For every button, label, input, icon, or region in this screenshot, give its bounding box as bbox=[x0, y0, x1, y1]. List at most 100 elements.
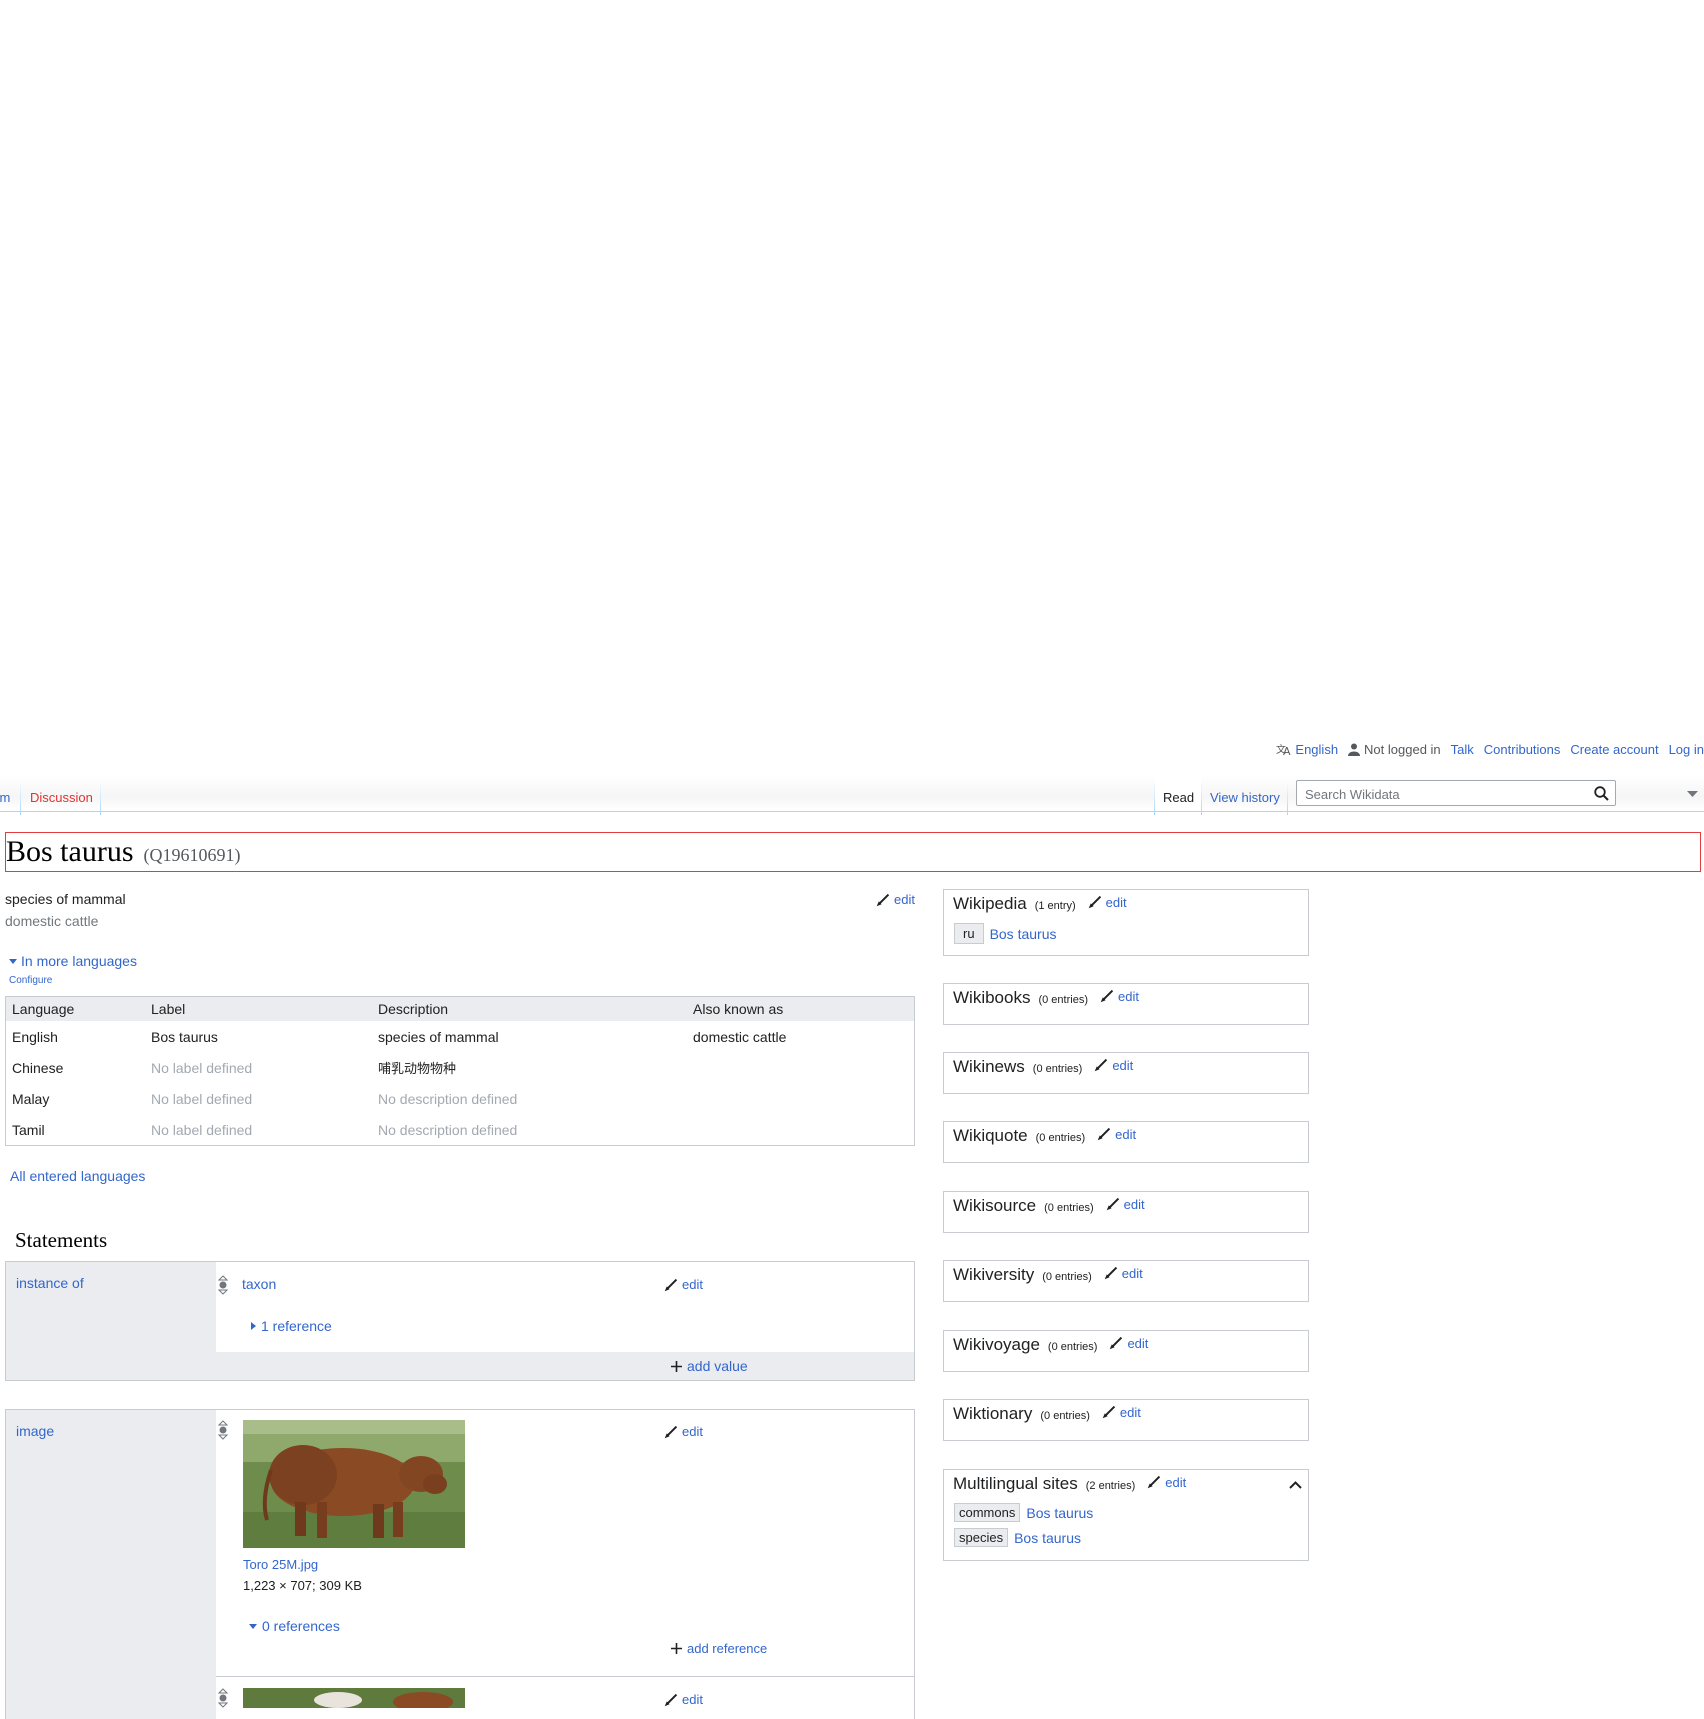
add-value-bar bbox=[216, 1352, 914, 1380]
group-name: Multilingual sites bbox=[953, 1474, 1078, 1493]
sitelinks-header: Wikipedia (1 entry) edit bbox=[953, 894, 1127, 914]
edit-sitelinks-button[interactable]: edit bbox=[1109, 1336, 1148, 1351]
col-aliases: Also known as bbox=[687, 996, 915, 1021]
rank-selector-icon[interactable] bbox=[217, 1420, 229, 1440]
create-account-link[interactable]: Create account bbox=[1570, 742, 1658, 757]
cell-aliases bbox=[687, 1052, 915, 1083]
pencil-icon bbox=[1110, 1336, 1123, 1350]
plus-icon bbox=[671, 1360, 682, 1372]
group-count: (1 entry) bbox=[1034, 900, 1076, 912]
sitelinks-header: Multilingual sites (2 entries) edit bbox=[953, 1474, 1186, 1494]
edit-sitelinks-button[interactable]: edit bbox=[1097, 1127, 1136, 1142]
cell-aliases bbox=[687, 1083, 915, 1114]
group-name: Wikisource bbox=[953, 1196, 1037, 1215]
login-link[interactable]: Log in bbox=[1669, 742, 1704, 757]
references-toggle[interactable]: 0 references bbox=[249, 1618, 340, 1634]
search-icon[interactable] bbox=[1594, 786, 1609, 801]
references-toggle[interactable]: 1 reference bbox=[251, 1318, 332, 1334]
site-code: species bbox=[954, 1528, 1009, 1547]
in-more-languages-toggle[interactable]: In more languages bbox=[9, 953, 137, 969]
tab-bar: Item Discussion Read View history bbox=[0, 775, 1704, 815]
edit-sitelinks-button[interactable]: edit bbox=[1088, 895, 1127, 910]
edit-statement-button[interactable]: edit bbox=[664, 1424, 703, 1439]
cattle-photo bbox=[243, 1688, 465, 1708]
edit-sitelinks-button[interactable]: edit bbox=[1104, 1266, 1143, 1281]
cell-description: No description defined bbox=[378, 1121, 518, 1138]
tab-discussion[interactable]: Discussion bbox=[22, 775, 101, 811]
language-selector[interactable]: 文A English bbox=[1276, 742, 1338, 757]
cell-language: Tamil bbox=[12, 1121, 45, 1138]
edit-sitelinks-button[interactable]: edit bbox=[1102, 1405, 1141, 1420]
statement-divider bbox=[216, 1676, 914, 1677]
edit-labels-button[interactable]: edit bbox=[876, 892, 915, 907]
edit-sitelinks-button[interactable]: edit bbox=[1094, 1058, 1133, 1073]
svg-text:A: A bbox=[1283, 745, 1291, 756]
image-thumbnail[interactable] bbox=[243, 1420, 465, 1553]
add-value-button[interactable]: add value bbox=[671, 1358, 748, 1374]
sitelinks-header: Wikiquote (0 entries) edit bbox=[953, 1126, 1136, 1146]
statement-group-image: image Toro 25M.jpg 1,223 × 707; 309 KB e… bbox=[5, 1409, 915, 1719]
col-language: Language bbox=[5, 996, 145, 1021]
cell-description: species of mammal bbox=[378, 1028, 499, 1045]
contributions-link[interactable]: Contributions bbox=[1484, 742, 1561, 757]
group-count: (0 entries) bbox=[1044, 1202, 1094, 1214]
table-row: Tamil No label defined No description de… bbox=[6, 1114, 915, 1146]
search-input[interactable] bbox=[1303, 782, 1587, 806]
value-taxon-link[interactable]: taxon bbox=[242, 1276, 276, 1292]
translate-icon: 文A bbox=[1276, 743, 1291, 756]
table-row: Chinese No label defined 哺乳动物物种 bbox=[6, 1052, 915, 1083]
cell-label: No label defined bbox=[151, 1090, 253, 1107]
all-entered-languages-link[interactable]: All entered languages bbox=[10, 1168, 145, 1184]
sitelinks-wikivoyage: Wikivoyage (0 entries) edit bbox=[943, 1330, 1309, 1372]
talk-link[interactable]: Talk bbox=[1451, 742, 1474, 757]
property-instance-of-link[interactable]: instance of bbox=[16, 1275, 84, 1291]
rank-selector-icon[interactable] bbox=[217, 1688, 229, 1708]
edit-sitelinks-button[interactable]: edit bbox=[1147, 1475, 1186, 1490]
configure-languages-link[interactable]: Configure bbox=[9, 975, 52, 986]
edit-sitelinks-button[interactable]: edit bbox=[1100, 989, 1139, 1004]
pencil-icon bbox=[1088, 895, 1101, 909]
cell-label: Bos taurus bbox=[151, 1028, 218, 1045]
rank-selector-icon[interactable] bbox=[217, 1275, 229, 1295]
sitelinks-header: Wikivoyage (0 entries) edit bbox=[953, 1335, 1148, 1355]
sitelinks-header: Wikiversity (0 entries) edit bbox=[953, 1265, 1143, 1285]
item-label: Bos taurus bbox=[6, 835, 134, 868]
collapse-chevron-up-icon[interactable] bbox=[1289, 1481, 1302, 1489]
group-count: (0 entries) bbox=[1042, 1271, 1092, 1283]
tab-read[interactable]: Read bbox=[1155, 775, 1203, 811]
tab-view-history[interactable]: View history bbox=[1202, 775, 1288, 811]
image-file-meta: 1,223 × 707; 309 KB bbox=[243, 1578, 362, 1593]
sitelink-row: species Bos taurus bbox=[954, 1528, 1081, 1547]
sitelinks-header: Wikibooks (0 entries) edit bbox=[953, 988, 1139, 1008]
edit-sitelinks-button[interactable]: edit bbox=[1106, 1197, 1145, 1212]
pencil-icon bbox=[1104, 1266, 1117, 1280]
image-file-link[interactable]: Toro 25M.jpg bbox=[243, 1557, 318, 1572]
edit-statement-button-2[interactable]: edit bbox=[664, 1692, 703, 1707]
property-image-link[interactable]: image bbox=[16, 1423, 54, 1439]
item-aliases: domestic cattle bbox=[5, 913, 99, 929]
site-code: ru bbox=[954, 923, 984, 944]
edit-statement-button[interactable]: edit bbox=[664, 1277, 703, 1292]
more-menu-chevron-icon[interactable] bbox=[1687, 791, 1698, 797]
pencil-icon bbox=[664, 1425, 678, 1438]
sitelinks-header: Wikisource (0 entries) edit bbox=[953, 1196, 1145, 1216]
sitelinks-wikinews: Wikinews (0 entries) edit bbox=[943, 1052, 1309, 1094]
col-description: Description bbox=[372, 996, 687, 1021]
sitelinks-wiktionary: Wiktionary (0 entries) edit bbox=[943, 1399, 1309, 1441]
sitelink-row: ru Bos taurus bbox=[954, 923, 1057, 944]
image-thumbnail-2[interactable] bbox=[243, 1688, 465, 1708]
sitelinks-header: Wiktionary (0 entries) edit bbox=[953, 1404, 1141, 1424]
item-description: species of mammal bbox=[5, 891, 126, 907]
tab-item[interactable]: Item bbox=[0, 775, 18, 811]
add-reference-button[interactable]: add reference bbox=[671, 1641, 767, 1656]
sitelink-link[interactable]: Bos taurus bbox=[1014, 1530, 1081, 1546]
group-name: Wikibooks bbox=[953, 988, 1031, 1007]
sitelink-link[interactable]: Bos taurus bbox=[1026, 1505, 1093, 1521]
caret-right-icon bbox=[251, 1322, 256, 1330]
caret-down-icon bbox=[249, 1623, 257, 1629]
sitelink-link[interactable]: Bos taurus bbox=[990, 926, 1057, 942]
cell-language: English bbox=[12, 1028, 58, 1045]
cell-aliases bbox=[687, 1114, 915, 1146]
sitelinks-wikibooks: Wikibooks (0 entries) edit bbox=[943, 983, 1309, 1025]
cell-description: 哺乳动物物种 bbox=[378, 1062, 457, 1077]
